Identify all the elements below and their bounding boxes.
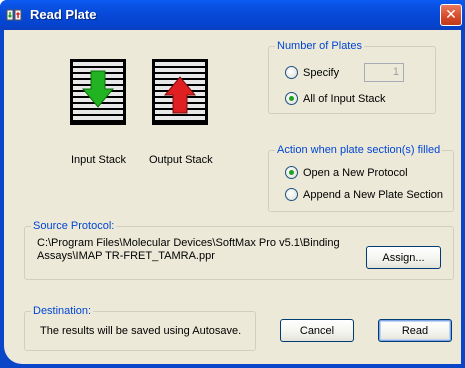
input-stack-image (70, 59, 126, 125)
specify-label: Specify (303, 66, 340, 79)
number-of-plates-label: Number of Plates (275, 39, 364, 53)
all-of-input-stack-label: All of Input Stack (303, 92, 386, 105)
assign-button[interactable]: Assign... (366, 246, 441, 269)
source-protocol-path: C:\Program Files\Molecular Devices\SoftM… (37, 237, 342, 263)
source-protocol-label: Source Protocol: (31, 219, 117, 233)
specify-count-field[interactable]: 1 (364, 63, 404, 82)
open-new-protocol-radio-button[interactable] (285, 166, 298, 179)
destination-text: The results will be saved using Autosave… (40, 325, 242, 337)
close-button[interactable]: ✕ (440, 4, 462, 26)
append-plate-section-radio[interactable]: Append a New Plate Section (285, 188, 443, 201)
read-plate-window: Read Plate ✕ Input Stack Output Stack Nu… (0, 0, 465, 368)
window-title: Read Plate (30, 7, 97, 22)
destination-label: Destination: (31, 304, 94, 318)
action-label: Action when plate section(s) filled (275, 143, 443, 157)
append-plate-section-radio-button[interactable] (285, 188, 298, 201)
close-icon: ✕ (445, 7, 457, 23)
output-stack-label: Output Stack (149, 154, 213, 166)
read-button[interactable]: Read (378, 319, 452, 342)
specify-radio[interactable]: Specify (285, 66, 339, 79)
source-path-line: Assays\IMAP TR-FRET_TAMRA.ppr (37, 250, 215, 262)
app-icon (6, 9, 22, 21)
specify-radio-button[interactable] (285, 66, 298, 79)
dialog-body: Input Stack Output Stack Number of Plate… (4, 30, 461, 364)
input-stack-label: Input Stack (71, 154, 127, 166)
cancel-button[interactable]: Cancel (280, 319, 354, 342)
all-of-input-stack-radio[interactable]: All of Input Stack (285, 92, 386, 105)
up-arrow-icon (163, 76, 197, 114)
all-of-input-stack-radio-button[interactable] (285, 92, 298, 105)
action-group: Action when plate section(s) filled (268, 143, 454, 212)
down-arrow-icon (81, 70, 115, 108)
output-stack-image (152, 59, 208, 125)
title-bar[interactable]: Read Plate ✕ (0, 0, 465, 30)
append-plate-section-label: Append a New Plate Section (303, 188, 444, 201)
open-new-protocol-label: Open a New Protocol (303, 166, 408, 179)
open-new-protocol-radio[interactable]: Open a New Protocol (285, 166, 408, 179)
source-path-line: C:\Program Files\Molecular Devices\SoftM… (37, 237, 340, 249)
